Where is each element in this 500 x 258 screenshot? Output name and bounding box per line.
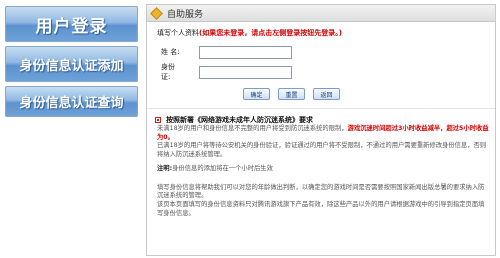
back-button[interactable]: 返回 — [313, 88, 340, 100]
id-number-input[interactable] — [199, 65, 292, 79]
section-header: 按照新署《网络游戏未成年人防沉迷系统》要求 — [147, 115, 495, 125]
id-row: 身份证: — [147, 63, 495, 81]
divider — [147, 108, 495, 109]
self-service-panel: 自助服务 填写个人资料(如果您未登录，请点击左侧登录按钮先登录。) 姓 名: 身… — [146, 4, 496, 256]
panel-title: 自助服务 — [167, 9, 204, 20]
login-button[interactable]: 用户登录 — [5, 6, 138, 42]
diamond-icon — [150, 6, 163, 20]
form-buttons: 确定 重置 返回 — [147, 88, 495, 100]
notice-prefix: 填写个人资料 — [157, 29, 199, 37]
panel-header: 自助服务 — [147, 5, 495, 22]
bullet-icon — [155, 117, 161, 123]
sidebar: 用户登录 身份信息认证添加 身份信息认证查询 — [0, 0, 143, 258]
note-label: 注明: — [157, 164, 173, 172]
note-text: 身份信息的添加将在一个小时后生效 — [172, 164, 273, 172]
login-notice: 填写个人资料(如果您未登录，请点击左侧登录按钮先登录。) — [147, 22, 495, 38]
section-title: 按照新署《网络游戏未成年人防沉迷系统》要求 — [166, 116, 313, 124]
id-verification-add-button[interactable]: 身份信息认证添加 — [5, 46, 138, 82]
restriction-text: 未满18岁的用户和身份信息不完整的用户将受到防沉迷系统的限制， — [157, 125, 348, 132]
name-row: 姓 名: — [147, 44, 495, 60]
notice-red-text: (如果您未登录，请点击左侧登录按钮先登录。) — [199, 29, 342, 37]
id-label: 身份证: — [161, 63, 175, 81]
info-paragraph-1: 填写身份信息将帮助我们可以对您的年龄做出判断，以确定您的游戏时间是否需要按照国家… — [157, 183, 485, 200]
reset-button[interactable]: 重置 — [278, 88, 305, 100]
confirm-button[interactable]: 确定 — [243, 88, 270, 100]
restriction-paragraph: 未满18岁的用户和身份信息不完整的用户将受到防沉迷系统的限制，游戏沉迷时间超过3… — [147, 125, 495, 142]
id-verification-query-button[interactable]: 身份信息认证查询 — [5, 86, 138, 117]
info-paragraph-2: 该页本页面填写的身份信息资料只对腾讯游戏旗下产品有效，除这些产品以外的用户请根据… — [157, 200, 485, 217]
note-line: 注明:身份信息的添加将在一个小时后生效 — [147, 165, 495, 174]
name-label: 姓 名: — [161, 48, 180, 56]
name-input[interactable] — [199, 45, 292, 59]
verification-paragraph: 已满18岁的用户将等待公安机关的身份验证，验证通过的用户将不受限制，不通过的用户… — [157, 142, 487, 159]
